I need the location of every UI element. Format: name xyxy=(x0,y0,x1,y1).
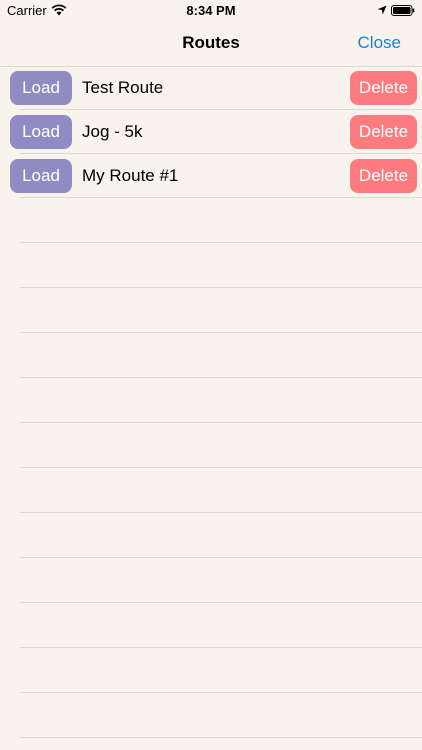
battery-icon xyxy=(391,5,415,16)
delete-button[interactable]: Delete xyxy=(350,71,417,105)
navigation-bar: Routes Close xyxy=(0,22,422,67)
routes-list: Load Test Route Delete Load Jog - 5k Del… xyxy=(0,66,422,738)
route-name: Test Route xyxy=(82,78,164,97)
delete-button[interactable]: Delete xyxy=(350,115,417,149)
empty-row xyxy=(20,603,422,648)
empty-row xyxy=(20,648,422,693)
location-icon xyxy=(377,5,387,15)
empty-row xyxy=(20,468,422,513)
route-name: My Route #1 xyxy=(82,166,179,185)
delete-button[interactable]: Delete xyxy=(350,159,417,193)
empty-row xyxy=(20,243,422,288)
route-row: Load Test Route Delete xyxy=(0,66,422,110)
load-button[interactable]: Load xyxy=(10,159,72,193)
empty-row xyxy=(20,693,422,738)
route-row: Load My Route #1 Delete xyxy=(0,154,422,198)
empty-row xyxy=(20,378,422,423)
route-name: Jog - 5k xyxy=(82,122,143,141)
close-button[interactable]: Close xyxy=(358,33,401,53)
empty-row xyxy=(20,333,422,378)
load-button[interactable]: Load xyxy=(10,115,72,149)
empty-row xyxy=(20,513,422,558)
empty-row xyxy=(20,558,422,603)
empty-row xyxy=(20,423,422,468)
empty-row xyxy=(20,288,422,333)
load-button[interactable]: Load xyxy=(10,71,72,105)
status-bar: Carrier 8:34 PM xyxy=(0,0,422,22)
empty-row xyxy=(20,198,422,243)
route-row: Load Jog - 5k Delete xyxy=(0,110,422,154)
status-time: 8:34 PM xyxy=(186,3,236,18)
